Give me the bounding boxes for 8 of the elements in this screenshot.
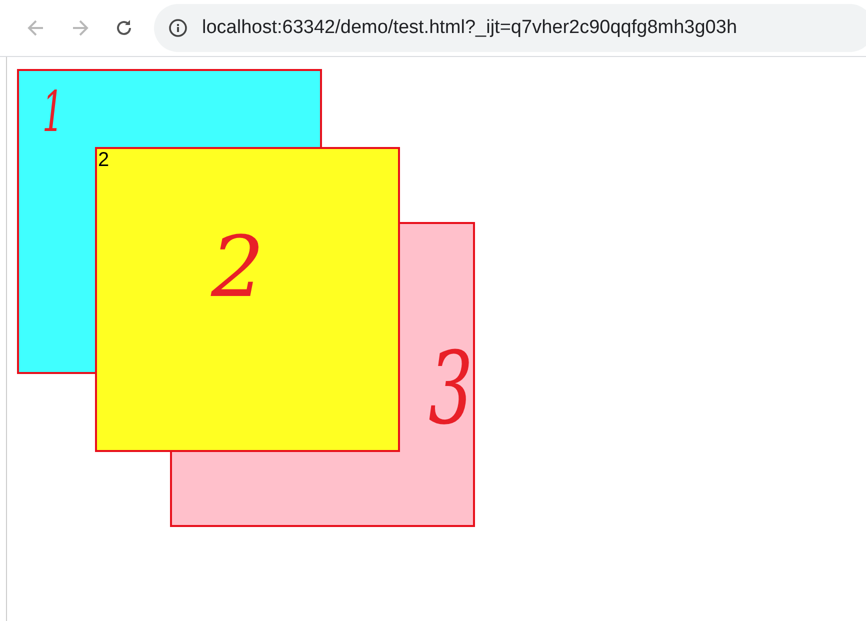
reload-icon[interactable] [114,18,134,38]
handwritten-number: 1 [42,85,64,141]
box-label: 2 [98,150,110,170]
handwritten-number: 3 [428,339,474,439]
address-bar[interactable]: localhost:63342/demo/test.html?_ijt=q7vher2c90qqfg8mh3g03h [154,4,866,52]
url-text: localhost:63342/demo/test.html?_ijt=q7vher2c90qqfg8mh3g03h [202,17,738,39]
info-icon[interactable] [168,18,188,38]
handwritten-number: 2 [211,225,264,309]
